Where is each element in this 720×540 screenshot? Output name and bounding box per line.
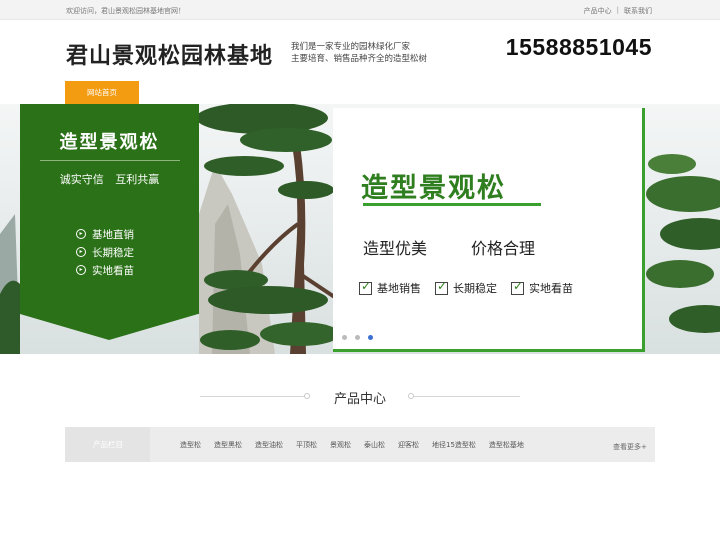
contact-phone: 15588851045 — [505, 34, 652, 60]
panel-feature-label: 实地看苗 — [92, 264, 134, 277]
intro-line-2: 主要培育、销售品种齐全的造型松树 — [291, 54, 428, 64]
hero-banner[interactable]: 造型景观松 诚实守信 互利共赢 ▸ 基地直销 ▸ 长期稳定 ▸ 实地看苗 造型景观松 … — [0, 104, 720, 354]
category-link[interactable]: 造型松 — [180, 440, 201, 450]
intro-line-1: 我们是一家专业的园林绿化厂家 — [291, 42, 411, 52]
panel-feature-list: ▸ 基地直销 ▸ 长期稳定 ▸ 实地看苗 — [76, 225, 134, 279]
card-check-label: 长期稳定 — [453, 282, 497, 295]
site-brand-title[interactable]: 君山景观松园林基地 — [66, 38, 273, 70]
top-link-separator: | — [616, 6, 619, 14]
card-feature-price: 价格合理 — [471, 239, 536, 258]
top-link-contact[interactable]: 联系我们 — [624, 6, 652, 16]
card-check-label: 实地看苗 — [529, 282, 573, 295]
checkbox-icon — [435, 279, 448, 295]
card-title: 造型景观松 — [361, 173, 506, 204]
panel-feature-item: ▸ 实地看苗 — [76, 261, 134, 279]
category-link[interactable]: 造型黑松 — [214, 440, 242, 450]
panel-feature-label: 基地直销 — [92, 228, 134, 241]
banner-info-card: 造型景观松 造型优美 价格合理 基地销售 长期稳定 实地看苗 — [333, 108, 645, 352]
card-feature-shape: 造型优美 — [363, 239, 428, 258]
slider-dot-2[interactable] — [355, 335, 360, 340]
category-list: 造型松 造型黑松 造型油松 平顶松 景观松 泰山松 迎客松 地径15造型松 造型… — [180, 440, 524, 450]
arrow-circle-icon: ▸ — [76, 247, 86, 257]
arrow-circle-icon: ▸ — [76, 265, 86, 275]
category-link[interactable]: 地径15造型松 — [432, 440, 476, 450]
category-link[interactable]: 造型油松 — [255, 440, 283, 450]
arrow-circle-icon: ▸ — [76, 229, 86, 239]
category-link[interactable]: 平顶松 — [296, 440, 317, 450]
panel-feature-item: ▸ 长期稳定 — [76, 243, 134, 261]
panel-divider — [40, 160, 180, 161]
category-label: 产品栏目 — [65, 427, 150, 462]
card-check-item: 长期稳定 — [435, 279, 497, 296]
top-link-products[interactable]: 产品中心 — [584, 6, 612, 16]
top-bar: 欢迎访问，君山景观松园林基地官网！ 产品中心 | 联系我们 — [0, 0, 720, 20]
category-link[interactable]: 景观松 — [330, 440, 351, 450]
view-more-link[interactable]: 查看更多+ — [613, 442, 647, 452]
category-link[interactable]: 造型松基地 — [489, 440, 524, 450]
banner-green-panel-tip — [20, 314, 198, 340]
checkbox-icon — [359, 279, 372, 295]
slider-pagination — [342, 335, 373, 340]
card-check-item: 实地看苗 — [511, 279, 573, 296]
company-intro: 我们是一家专业的园林绿化厂家 主要培育、销售品种齐全的造型松树 — [291, 41, 427, 65]
card-check-label: 基地销售 — [377, 282, 421, 295]
card-check-item: 基地销售 — [359, 279, 421, 296]
panel-feature-label: 长期稳定 — [92, 246, 134, 259]
panel-slogan: 诚实守信 互利共赢 — [59, 173, 160, 186]
panel-title: 造型景观松 — [59, 132, 160, 153]
section-title-products: 产品中心 — [333, 392, 386, 407]
slider-dot-1[interactable] — [342, 335, 347, 340]
card-underline — [363, 203, 541, 206]
top-links: 产品中心 | 联系我们 — [584, 6, 652, 16]
category-link[interactable]: 迎客松 — [398, 440, 419, 450]
category-link[interactable]: 泰山松 — [364, 440, 385, 450]
nav-home-tab[interactable]: 网站首页 — [65, 81, 139, 104]
welcome-text: 欢迎访问，君山景观松园林基地官网！ — [66, 7, 185, 15]
panel-feature-item: ▸ 基地直销 — [76, 225, 134, 243]
slider-dot-3[interactable] — [368, 335, 373, 340]
checkbox-icon — [511, 279, 524, 295]
card-checklist: 基地销售 长期稳定 实地看苗 — [359, 279, 573, 296]
section-title-line-right — [414, 396, 520, 397]
